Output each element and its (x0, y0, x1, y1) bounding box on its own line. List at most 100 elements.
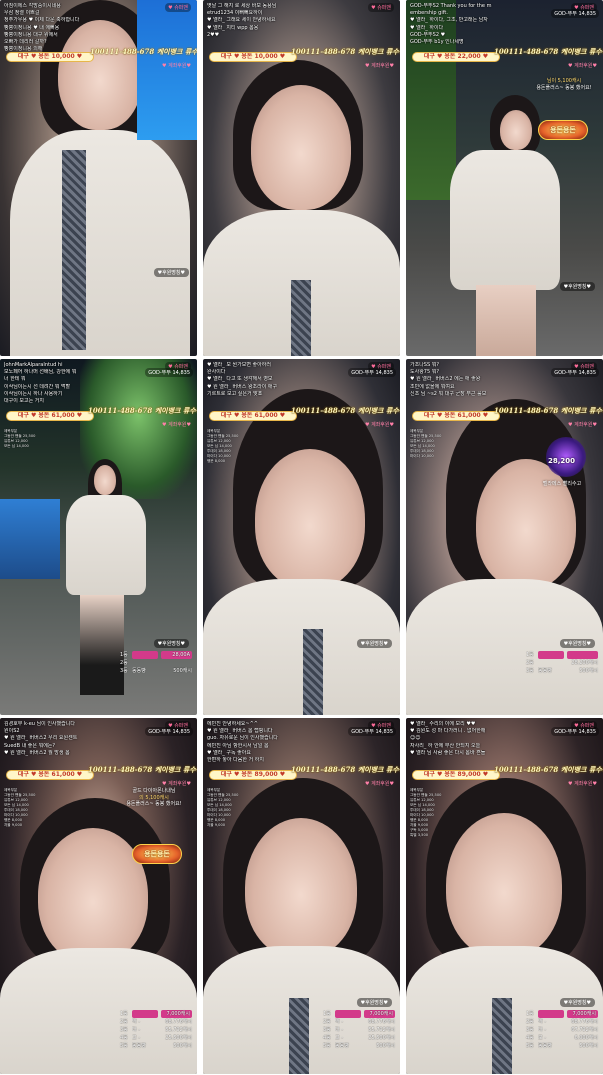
chat-message: 에빈진 안녕하세요~^^ (207, 721, 258, 727)
rank-name (132, 659, 158, 667)
donation-goal-bar: 대구 ♥ 용돈 89,000 ♥ (412, 770, 500, 780)
blue-sign (137, 0, 197, 140)
ranking-row: 1등 28,00A (120, 651, 192, 659)
ranking-table: 1등 28,00A 2등 3등 동동빵 500캐시 (120, 651, 192, 675)
stream-tile-2[interactable]: 옛날 그 해지 로 세상 바보 동용님 etrud1234 이뻐뻐요하이 ♥ 엘… (203, 0, 400, 356)
legs (80, 595, 124, 695)
mini-ranking-list: 제목부분 그동안 팬들 25,500 유튜브 12,000 모든 님 14,00… (410, 429, 470, 459)
ranking-table: 1등 7,000캐시 2등 딱 - 68,776캐시 3등 다 - 67,792캐시 4등… (526, 1010, 598, 1050)
chat-message: ♥ 원 엘라_ 버버스 봄 랩핑니다 (207, 728, 273, 735)
stream-tile-9[interactable]: ♥ 엘라_ 수리의 이에 보리 ♥♥ ♥ 김원도 성 마 다가러니 . 없어한해… (406, 718, 603, 1074)
sub-badge: ♥후원명칭♥ (153, 639, 189, 648)
ranking-row: 1등 (526, 651, 598, 659)
tie (62, 150, 86, 350)
chat-message: ♥ 원 엘라_ 버버스 왕조라이 애구 (207, 383, 278, 390)
ranking-row: 1등 7,000캐시 (323, 1010, 395, 1018)
chat-message: 이삭님이는시 선 데려간 뭐 먹할 (4, 383, 71, 390)
jacket (10, 130, 190, 356)
stream-tile-5[interactable]: ♥ 엘라_ 모 뭔가보면 좋아하러 완사이다 ♥ 엘라_ 다고 또 생각해서 영… (203, 359, 400, 715)
rank-tag: ♥ 계좌후원♥ (162, 422, 191, 428)
god-badge: GOD-뚜뚜 14,835 (145, 368, 193, 377)
mini-ranking-list: 제목부분 그동안 팬들 25,500 유튜브 12,000 모든 님 14,00… (207, 788, 267, 828)
mini-list-item: 특별 3,500 (410, 833, 429, 837)
ranking-row: 1등 7,000캐시 (120, 1010, 192, 1018)
rank-position: 3등 (323, 1027, 331, 1033)
rank-position: 2등 (526, 660, 534, 666)
chat-message: 빵뿡이정니용 대구 위에서 (4, 31, 58, 38)
account-banner: 100111-488-678 케이뱅크 류수욱 (88, 765, 197, 774)
god-badge: GOD-뚜뚜 14,835 (145, 727, 193, 736)
rank-position: 1등 (526, 652, 534, 658)
stream-tile-8[interactable]: 에빈진 안녕하세요~^^ ♥ 원 엘라_ 버버스 봄 랩핑니다 guo. 자유로… (203, 718, 400, 1074)
god-badge: GOD-뚜뚜 14,835 (348, 727, 396, 736)
rank-position: 5등 (526, 1043, 534, 1049)
ranking-row: 1등 7,000캐시 (526, 1010, 598, 1018)
face (476, 459, 576, 589)
rank-value: 7,000캐시 (567, 1010, 598, 1018)
rank-value (567, 651, 598, 659)
rank-position: 1등 (120, 652, 128, 658)
rank-tag: ♥ 계좌후원♥ (568, 422, 597, 428)
ranking-row: 4등 고 - 25,500캐시 (120, 1034, 192, 1042)
tie (492, 998, 512, 1074)
chat-message: ♥ 엘라_ 다고 또 생각해서 영모 (207, 376, 273, 383)
rank-value: 55,792캐시 (368, 1027, 395, 1033)
stream-tile-1[interactable]: 아침이에스 각방중이시네용 우삼 정렬 이쁘걸 정주가우용 ♥ 이제 다운 축하… (0, 0, 197, 356)
storefront-sign (0, 499, 60, 579)
chat-message: guo. 자유로운 님이 인사했습니다 (207, 735, 278, 742)
ranking-row: 3등 동동빵 500캐시 (526, 667, 598, 675)
chat-message: ☺☺ (410, 735, 421, 742)
glow-label: 벨라메스 빨리수고 (542, 481, 582, 487)
account-banner: 100111-488-678 케이뱅크 류수욱 (88, 406, 197, 415)
chat-message: ♥ 엘라_ 그래요 세이 안녕하세요 (207, 17, 276, 24)
rank-name: 다 - (335, 1027, 343, 1033)
donation-message: 용돈플러스~ 동봉 했어요! (536, 84, 592, 91)
rank-position: 4등 (120, 1035, 128, 1041)
chat-message: 모노페어 하나머 선배님, 강한에 뭐 (4, 369, 77, 376)
ranking-table: 1등 2등 28,200캐시 3등 동동빵 500캐시 (526, 651, 598, 675)
chat-message: ♥ 원 엘라_ 버버스2 우리 요원센트 (4, 735, 78, 742)
mini-list-item: 자율 9,000 (207, 823, 226, 827)
chat-message: GOD-뚜뚜 b1y 인나세명 (410, 39, 464, 46)
chat-message: etrud1234 이뻐뻐요하이 (207, 10, 263, 17)
stream-tile-3[interactable]: GOD-뚜뚜S2 Thank you for the m embership g… (406, 0, 603, 356)
rank-position: 5등 (323, 1043, 331, 1049)
chat-message: JohnMarkAlparaIntud hi (4, 362, 63, 368)
rank-name (538, 651, 564, 659)
tie (303, 629, 323, 715)
god-badge: GOD-뚜뚜 14,835 (551, 727, 599, 736)
ranking-row: 4등 모 - 6,000캐시 (526, 1034, 598, 1042)
rank-tag: ♥ 계좌후원♥ (365, 422, 394, 428)
donation-goal-bar: 대구 ♥ 용돈 61,000 ♥ (209, 411, 297, 421)
chat-message: 옛날 그 해지 로 세상 바보 동용님 (207, 3, 277, 9)
sub-badge: ♥후원명칭♥ (559, 998, 595, 1007)
god-badge: GOD-뚜뚜 14,835 (348, 368, 396, 377)
jacket (66, 495, 146, 595)
chat-message: ♥ 원 엘라_ 버버스2 월 방생 봄 (4, 749, 70, 756)
donation-goal-bar: 대구 ♥ 용돈 10,000 ♥ (209, 52, 297, 62)
rank-name: 딱 - (538, 1019, 546, 1025)
sub-badge: ♥후원명칭♥ (356, 639, 392, 648)
chat-message: 가조나SS 뭐? (410, 362, 439, 368)
mini-list-item: 자율 9,000 (4, 823, 23, 827)
sub-badge: ♥후원명칭♥ (559, 282, 595, 291)
chat-message: 기르트로 보고 싶은거 맞죠 (207, 390, 263, 397)
chat-message: ♥ 김원도 성 마 다가러니 . 없어한해 (410, 728, 486, 735)
chat-log: 에빈진 안녕하세요~^^ ♥ 원 엘라_ 버버스 봄 랩핑니다 guo. 자유로… (207, 721, 327, 764)
chat-message: SuedB 내 좋은 뭐에는? (4, 742, 56, 749)
donation-goal-bar: 대구 ♥ 용돈 22,000 ♥ (412, 52, 500, 62)
rank-position: 4등 (526, 1035, 534, 1041)
sub-badge: ♥후원명칭♥ (559, 639, 595, 648)
chat-log: 김경호무 k-eu 님이 인사했습니다 원이S2 ♥ 원 엘라_ 버버스2 우리… (4, 721, 124, 757)
chat-message: 우삼 정렬 이쁘걸 (4, 10, 40, 17)
rank-value: 500캐시 (579, 1043, 598, 1049)
rank-position: 3등 (120, 1027, 128, 1033)
rank-position: 3등 (120, 668, 128, 674)
rank-name (335, 1010, 361, 1018)
jacket (450, 150, 560, 290)
stream-tile-4[interactable]: JohnMarkAlparaIntud hi 모노페어 하나머 선배님, 강한에… (0, 359, 197, 715)
ranking-table: 1등 7,000캐시 2등 딱 - 68,776캐시 3등 다 - 55,792캐시 4등… (120, 1010, 192, 1050)
ranking-row: 3등 다 - 55,792캐시 (323, 1026, 395, 1034)
stream-tile-6[interactable]: 가조나SS 뭐? 도사왕75 뭐? ♥ 원 엘라_ 버버스2 에는 애 좋왕 조… (406, 359, 603, 715)
chat-message: ♥ 엘라 님 사람 좋은 다시 봄바 흔들 (410, 749, 486, 756)
